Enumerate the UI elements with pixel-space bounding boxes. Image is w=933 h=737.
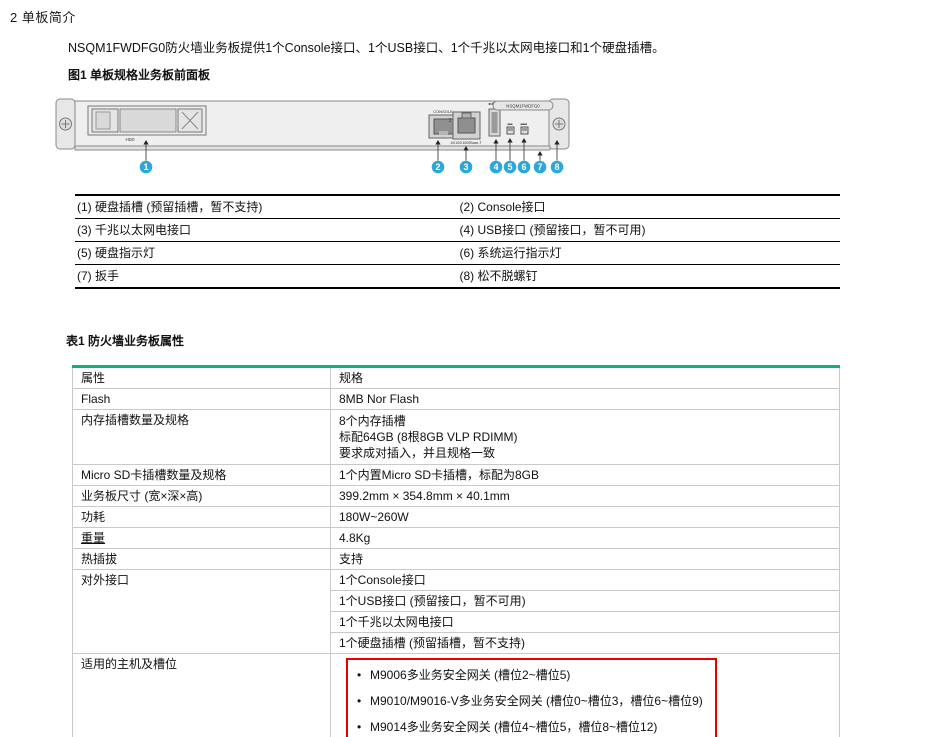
- intro-paragraph: NSQM1FWDFG0防火墙业务板提供1个Console接口、1个USB接口、1…: [68, 41, 665, 55]
- interface-item: 1个USB接口 (预留接口，暂不可用): [330, 590, 840, 612]
- spec-name: 对外接口: [72, 569, 331, 654]
- spec-row-power: 功耗 180W~260W: [72, 506, 840, 528]
- memory-line: 要求成对插入，并且规格一致: [339, 446, 496, 460]
- legend-cell-4: (4) USB接口 (预留接口，暂不可用): [457, 218, 840, 242]
- spec-value: 399.2mm × 354.8mm × 40.1mm: [330, 485, 840, 507]
- spec-name: Flash: [72, 388, 331, 410]
- legend-row: (5) 硬盘指示灯 (6) 系统运行指示灯: [75, 241, 840, 265]
- interface-item: 1个硬盘插槽 (预留插槽，暂不支持): [330, 632, 840, 654]
- spec-value: 8个内存插槽 标配64GB (8根8GB VLP RDIMM) 要求成对插入，并…: [330, 409, 840, 465]
- table-caption: 表1 防火墙业务板属性: [66, 334, 185, 348]
- spec-value: 支持: [330, 548, 840, 570]
- spec-header-attribute: 属性: [72, 366, 331, 389]
- spec-header-spec: 规格: [330, 366, 840, 389]
- spec-name: 业务板尺寸 (宽×深×高): [72, 485, 331, 507]
- usb-port: [488, 108, 501, 137]
- right-screw-icon: [552, 117, 566, 131]
- front-panel-figure: HD0 CONSOLE 1 10/100/1000Base-T NSQM1FWD…: [55, 98, 570, 182]
- svg-text:6: 6: [521, 162, 526, 172]
- legend-row: (1) 硬盘插槽 (预留插槽，暂不支持) (2) Console接口: [75, 195, 840, 219]
- left-screw-icon: [59, 117, 72, 131]
- legend-cell-8: (8) 松不脱螺钉: [459, 269, 538, 283]
- legend-cell-1: (1) 硬盘插槽 (预留插槽，暂不支持): [75, 195, 458, 219]
- legend-cell-5: (5) 硬盘指示灯: [75, 241, 458, 265]
- memory-line: 标配64GB (8根8GB VLP RDIMM): [339, 430, 518, 444]
- spec-name: 功耗: [72, 506, 331, 528]
- spec-name: 重量: [72, 527, 331, 549]
- figure-caption: 图1 单板规格业务板前面板: [68, 68, 211, 82]
- memory-line: 8个内存插槽: [339, 414, 406, 428]
- svg-text:4: 4: [493, 162, 498, 172]
- eth-port-number: 1: [449, 118, 452, 124]
- spec-row-flash: Flash 8MB Nor Flash: [72, 388, 840, 410]
- legend-row: (7) 扳手 (8) 松不脱螺钉: [75, 265, 840, 289]
- spec-name: 热插拔: [72, 548, 331, 570]
- host-bullet: M9010/M9016-V多业务安全网关 (槽位0~槽位3，槽位6~槽位9): [354, 694, 703, 709]
- spec-header-row: 属性 规格: [72, 366, 840, 389]
- spec-row-hotswap: 热插拔 支持: [72, 548, 840, 570]
- figure-legend-table: (1) 硬盘插槽 (预留插槽，暂不支持) (2) Console接口 (3) 千…: [75, 194, 840, 289]
- svg-text:3: 3: [463, 162, 468, 172]
- spec-value: 180W~260W: [330, 506, 840, 528]
- hdd-label: HD0: [125, 137, 134, 142]
- host-bullet: M9014多业务安全网关 (槽位4~槽位5，槽位8~槽位12): [354, 720, 703, 735]
- svg-text:8: 8: [554, 162, 559, 172]
- host-bullet: M9006多业务安全网关 (槽位2~槽位5): [354, 668, 703, 683]
- hdd-slot: [87, 105, 207, 136]
- spec-value: 4.8Kg: [330, 527, 840, 549]
- legend-cell-2: (2) Console接口: [457, 195, 840, 219]
- spec-row-memory: 内存插槽数量及规格 8个内存插槽 标配64GB (8根8GB VLP RDIMM…: [72, 409, 840, 465]
- spec-row-interfaces: 对外接口 1个Console接口: [72, 569, 840, 654]
- weight-term: 重量: [81, 531, 106, 545]
- spec-name: 内存插槽数量及规格: [72, 409, 331, 465]
- svg-text:2: 2: [435, 162, 440, 172]
- section-heading: 2 单板简介: [10, 10, 76, 25]
- spec-row-dimensions: 业务板尺寸 (宽×深×高) 399.2mm × 354.8mm × 40.1mm: [72, 485, 840, 507]
- console-label: CONSOLE: [433, 109, 453, 114]
- callout-7: 7: [533, 151, 547, 174]
- spec-row-microsd: Micro SD卡插槽数量及规格 1个内置Micro SD卡插槽，标配为8GB: [72, 464, 840, 486]
- interface-item: 1个Console接口: [330, 569, 840, 591]
- svg-text:7: 7: [537, 162, 542, 172]
- spec-value: M9006多业务安全网关 (槽位2~槽位5) M9010/M9016-V多业务安…: [330, 653, 840, 737]
- legend-cell-3: (3) 千兆以太网电接口: [75, 218, 458, 242]
- spec-row-weight: 重量 4.8Kg: [72, 527, 840, 549]
- svg-text:1: 1: [143, 162, 148, 172]
- legend-row: (3) 千兆以太网电接口 (4) USB接口 (预留接口，暂不可用): [75, 218, 840, 242]
- legend-cell-6: (6) 系统运行指示灯: [457, 241, 840, 265]
- svg-text:5: 5: [507, 162, 512, 172]
- legend-cell-7: (7) 扳手: [77, 269, 120, 283]
- spec-name: Micro SD卡插槽数量及规格: [72, 464, 331, 486]
- ethernet-port: [452, 111, 481, 140]
- document-page: 2 单板简介 NSQM1FWDFG0防火墙业务板提供1个Console接口、1个…: [0, 0, 933, 737]
- spec-value: 1个内置Micro SD卡插槽，标配为8GB: [330, 464, 840, 486]
- spec-name: 适用的主机及槽位: [72, 653, 331, 737]
- spec-table: 属性 规格 Flash 8MB Nor Flash 内存插槽数量及规格 8个内存…: [72, 365, 840, 737]
- eth-speed-label: 10/100/1000Base-T: [450, 141, 482, 145]
- spec-row-hosts: 适用的主机及槽位 M9006多业务安全网关 (槽位2~槽位5) M9010/M9…: [72, 653, 840, 737]
- board-name-label: NSQM1FWDFG0: [506, 104, 540, 109]
- highlight-red-box: M9006多业务安全网关 (槽位2~槽位5) M9010/M9016-V多业务安…: [346, 658, 717, 737]
- spec-value: 8MB Nor Flash: [330, 388, 840, 410]
- interface-item: 1个千兆以太网电接口: [330, 611, 840, 633]
- front-panel-drawing: HD0 CONSOLE 1 10/100/1000Base-T NSQM1FWD…: [55, 98, 570, 174]
